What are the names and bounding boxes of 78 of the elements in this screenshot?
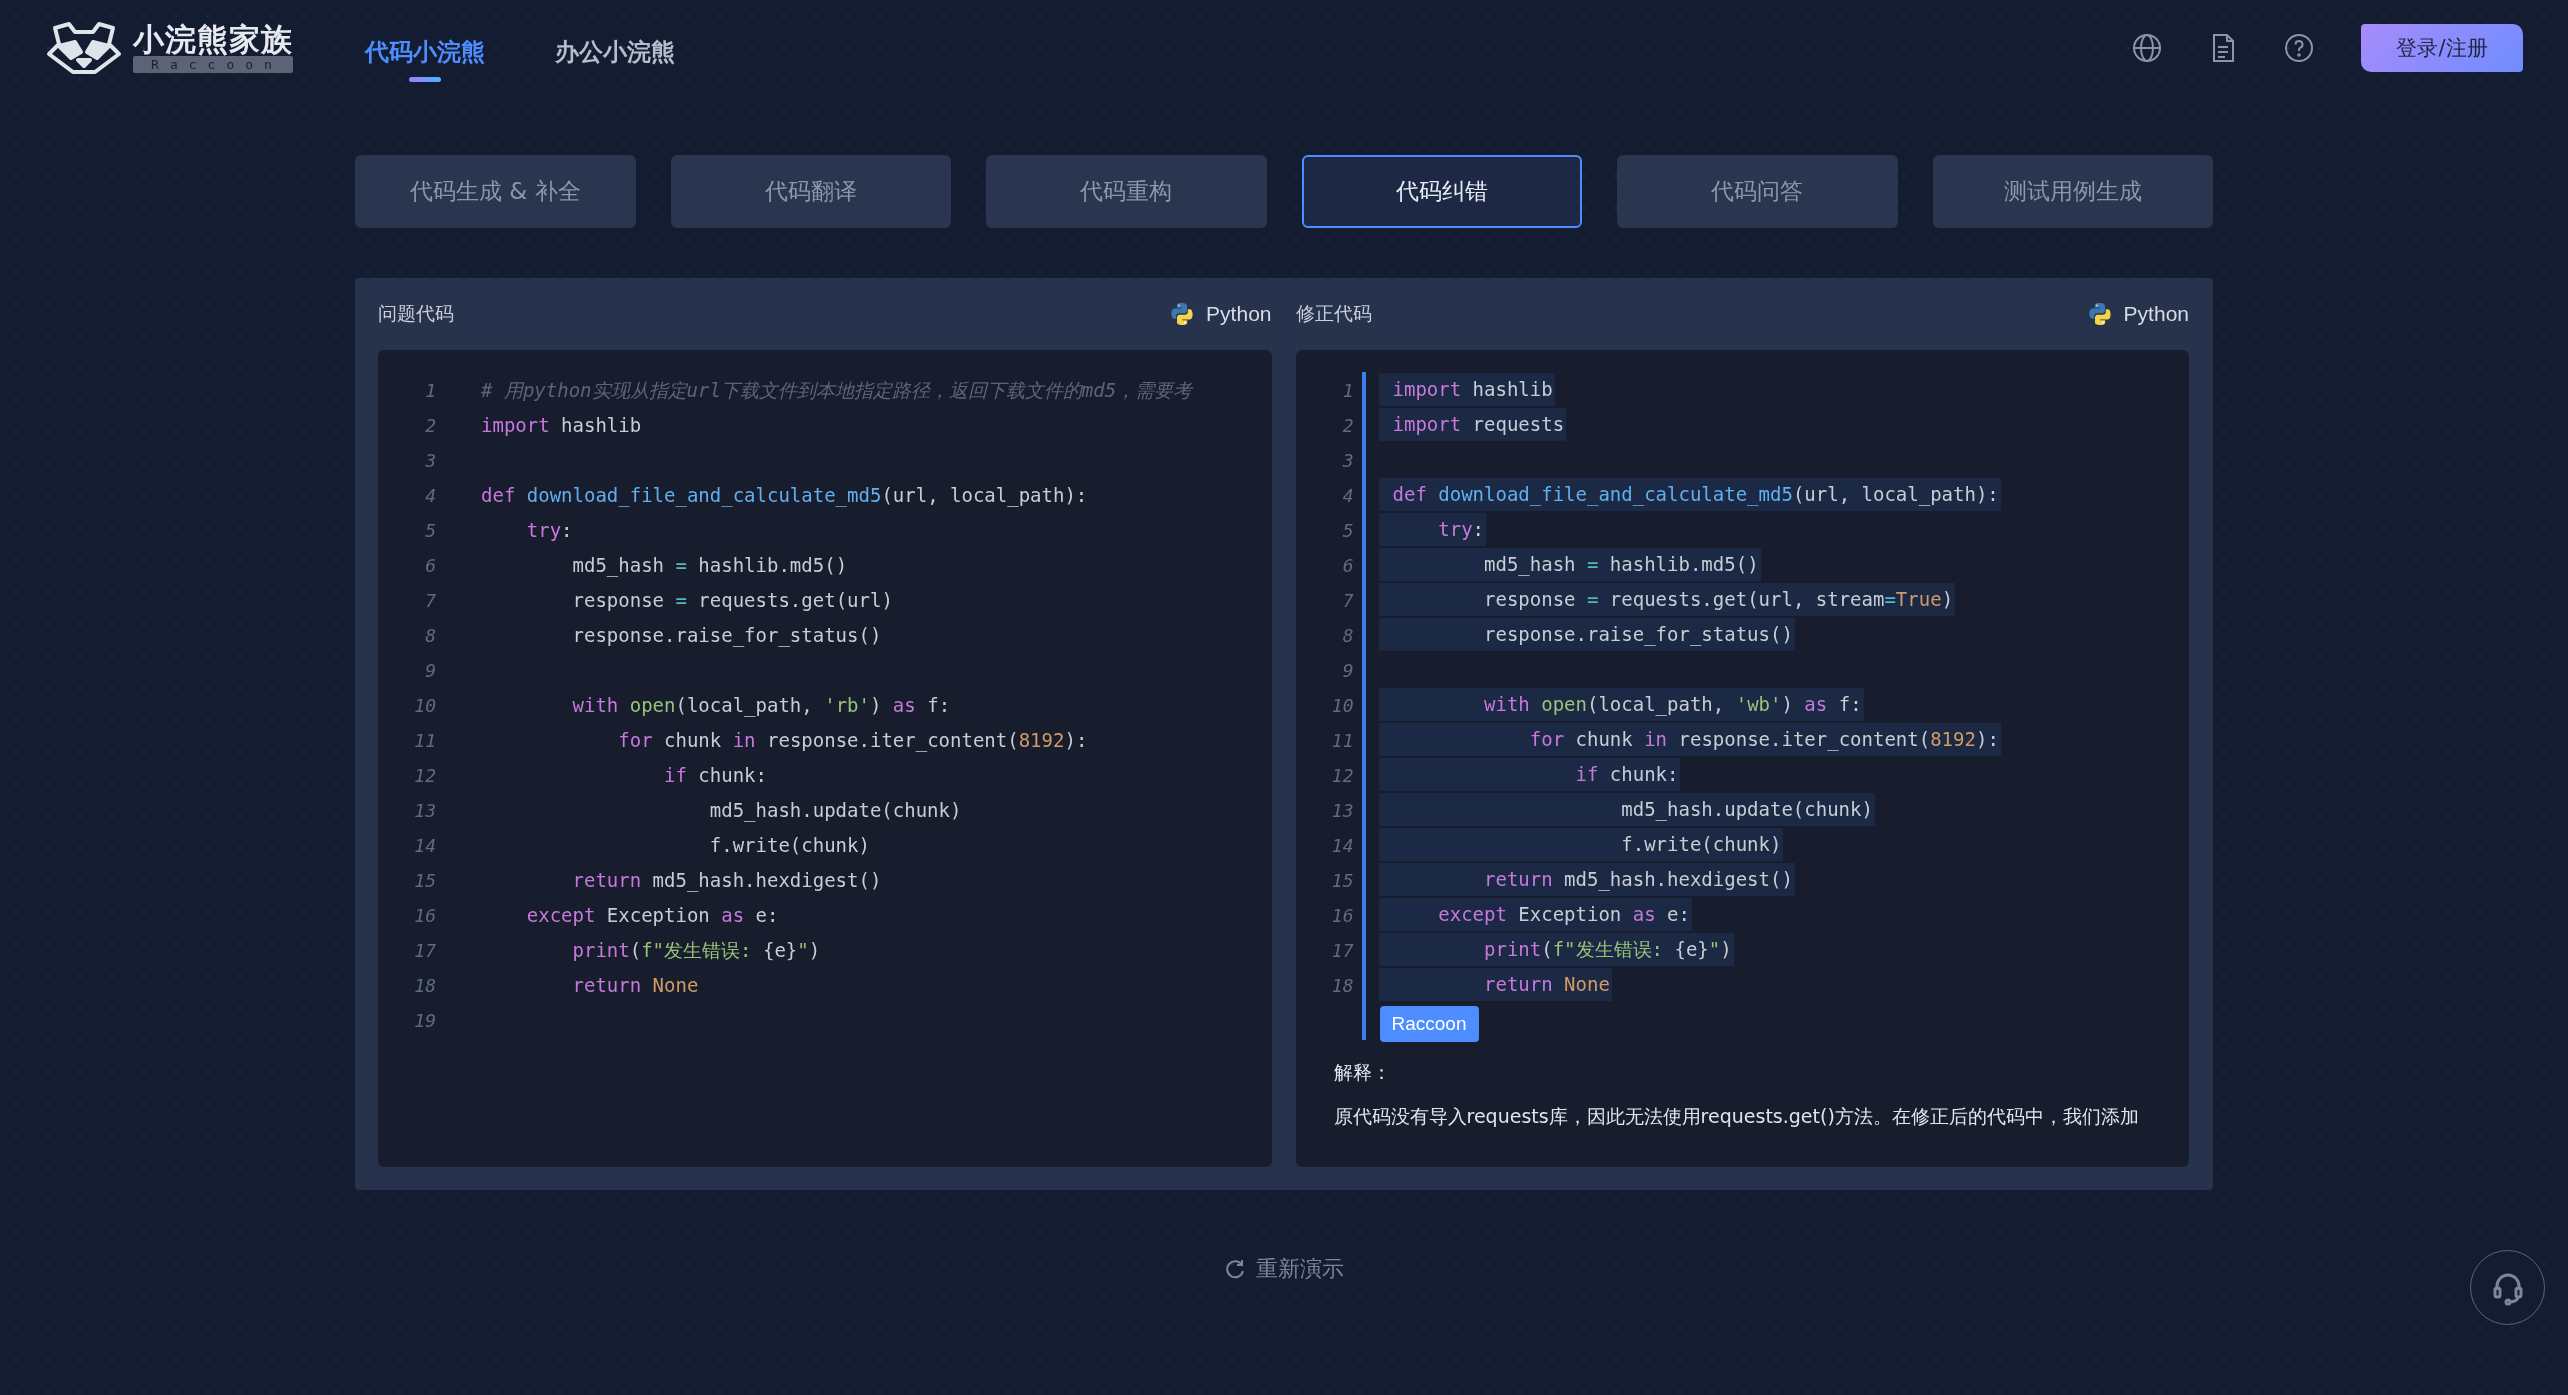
refresh-icon [1224,1258,1246,1280]
panel-title: 问题代码 [378,301,454,326]
line-number: 7 [424,589,436,613]
line-number: 4 [424,484,436,508]
code-line: def download_file_and_calculate_md5(url, local_path): [481,483,1088,509]
line-number: 6 [424,554,436,578]
help-icon[interactable] [2283,31,2315,64]
line-number: 6 [1341,554,1354,578]
line-number: 7 [1341,589,1354,613]
line-number: 11 [413,729,436,753]
logo-title: 小浣熊家族 [133,22,293,56]
line-number: 1 [424,379,436,403]
raccoon-logo-icon [45,19,123,76]
line-number: 19 [413,1009,436,1033]
language-label: Python [1206,302,1272,326]
line-number: 5 [1341,519,1354,543]
code-line: try: [525,518,573,543]
author-tag: Raccoon [1379,1006,1479,1042]
replay-button[interactable]: 重新演示 [1220,1250,1348,1288]
function-tab[interactable]: 代码翻译 [670,155,951,228]
code-line: md5_hash.update(chunk) [708,798,962,824]
panel-title: 修正代码 [1295,301,1372,326]
code-line: md5_hash = hashlib.md5() [571,553,848,579]
line-number: 11 [1330,729,1354,753]
line-number: 10 [413,694,436,718]
line-number: 8 [1341,624,1354,648]
line-number: 2 [1341,414,1354,438]
line-number: 16 [413,904,436,928]
line-number: 14 [413,834,436,858]
line-number: 12 [1330,764,1354,788]
python-icon [2087,302,2112,326]
nav-tab[interactable]: 代码小浣熊 [365,23,485,82]
line-number: 16 [1330,904,1354,928]
code-line: print(f"发生错误: {e}") [571,938,821,963]
line-number: 3 [1341,449,1354,473]
code-line: response = requests.get(url) [571,588,893,613]
logo-subtitle: Raccoon [133,56,293,73]
code-line: f.write(chunk) [708,833,870,858]
code-line: except Exception as e: [525,903,779,928]
line-number: 5 [424,519,436,543]
line-number: 9 [1341,659,1354,683]
python-icon [1170,302,1195,326]
line-number: 1 [1341,379,1354,403]
function-tab[interactable]: 代码问答 [1617,155,1898,228]
function-tab[interactable]: 代码纠错 [1301,155,1582,228]
line-number: 4 [1341,484,1354,508]
code-line: return None [571,973,699,998]
login-button[interactable]: 登录/注册 [2361,23,2523,72]
line-number: 17 [413,939,436,963]
line-number: 2 [424,414,436,438]
function-tab[interactable]: 代码重构 [986,155,1267,228]
explanation-text: 原代码没有导入requests库，因此无法使用requests.get()方法。在修正后的代码中，我们添加 [1333,1104,2140,1129]
line-number: 9 [424,659,436,683]
line-number: 18 [1330,974,1354,998]
function-tab[interactable]: 测试用例生成 [1932,155,2213,228]
line-number: 14 [1330,834,1354,858]
code-line: return md5_hash.hexdigest() [571,868,882,894]
nav-tab[interactable]: 办公小浣熊 [555,23,675,82]
line-number: 17 [1330,939,1354,963]
line-number: 3 [424,449,436,473]
line-number: 15 [1330,869,1354,893]
code-line: for chunk in response.iter_content(8192): [617,728,1088,754]
globe-icon[interactable] [2131,31,2163,64]
line-number: 8 [424,624,436,648]
code-line: import hashlib [481,413,642,438]
code-line: with open(local_path, 'rb') as f: [571,693,951,719]
function-tab[interactable]: 代码生成 & 补全 [355,155,636,228]
code-line: # 用python实现从指定url下载文件到本地指定路径，返回下载文件的md5，需要考 [481,378,1193,403]
line-number: 13 [413,799,436,823]
line-number: 15 [413,869,436,893]
code-line: if chunk: [663,763,767,788]
code-line: response.raise_for_status() [571,623,882,649]
language-label: Python [2123,302,2189,326]
line-number: 12 [413,764,436,788]
line-number: 13 [1330,799,1354,823]
line-number: 10 [1330,694,1354,718]
line-number: 18 [413,974,436,998]
explanation-heading: 解释： [1333,1060,1392,1085]
